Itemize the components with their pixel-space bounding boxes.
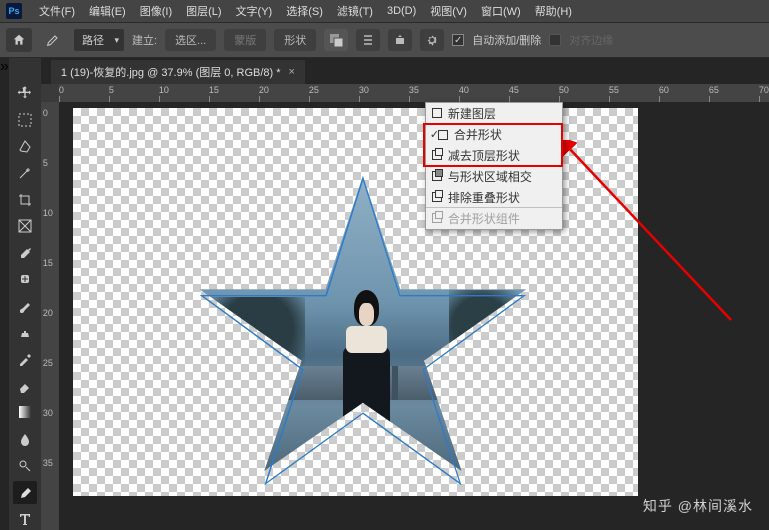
dropdown-combine-shapes[interactable]: ✓ 合并形状 [426,124,562,145]
blur-tool[interactable] [13,428,37,451]
menu-select[interactable]: 选择(S) [279,3,330,19]
type-tool[interactable] [13,508,37,530]
menu-window[interactable]: 窗口(W) [474,3,528,19]
watermark-text: 知乎 @林间溪水 [643,496,753,516]
build-label: 建立: [132,32,157,48]
clone-stamp-tool[interactable] [13,321,37,344]
auto-add-delete-checkbox[interactable] [452,34,464,46]
toolbar-expand-icon[interactable]: » [0,58,9,530]
magic-wand-tool[interactable] [13,162,37,185]
dropdown-intersect[interactable]: 与形状区域相交 [426,166,562,187]
document-tabbar: 1 (19)-恢复的.jpg @ 37.9% (图层 0, RGB/8) * × [41,58,769,84]
path-alignment-button[interactable] [356,29,380,51]
menu-3d[interactable]: 3D(D) [380,5,423,17]
canvas-area[interactable]: 新建图层 ✓ 合并形状 减去顶层形状 与形状区域相交 排除重叠形状 [59,102,769,530]
path-operations-button[interactable] [324,29,348,51]
gradient-tool[interactable] [13,401,37,424]
tool-indicator-pen-icon [40,28,66,52]
pen-tool[interactable] [13,481,37,504]
dropdown-exclude-overlap[interactable]: 排除重叠形状 [426,187,562,208]
path-mode-select[interactable]: 路径 [74,29,124,51]
workspace: 1 (19)-恢复的.jpg @ 37.9% (图层 0, RGB/8) * ×… [41,58,769,530]
gear-settings-button[interactable] [420,29,444,51]
move-tool[interactable] [13,82,37,105]
home-button[interactable] [6,28,32,52]
menu-help[interactable]: 帮助(H) [528,3,579,19]
ps-logo-icon: Ps [6,3,22,19]
menubar: Ps 文件(F) 编辑(E) 图像(I) 图层(L) 文字(Y) 选择(S) 滤… [0,0,769,22]
dropdown-subtract-front[interactable]: 减去顶层形状 [426,145,562,166]
eraser-tool[interactable] [13,375,37,398]
options-bar: 路径 建立: 选区... 蒙版 形状 自动添加/删除 对齐边缘 [0,22,769,58]
ruler-corner [41,84,59,102]
healing-brush-tool[interactable] [13,268,37,291]
menu-filter[interactable]: 滤镜(T) [330,3,380,19]
dropdown-merge-components: 合并形状组件 [426,208,562,229]
brush-tool[interactable] [13,295,37,318]
eyedropper-tool[interactable] [13,242,37,265]
history-brush-tool[interactable] [13,348,37,371]
selection-button[interactable]: 选区... [165,29,216,51]
path-mode-label: 路径 [82,32,104,48]
ruler-vertical: 05101520253035 [41,102,59,530]
align-edges-label: 对齐边缘 [569,32,613,48]
menu-type[interactable]: 文字(Y) [229,3,280,19]
document-tab-title: 1 (19)-恢复的.jpg @ 37.9% (图层 0, RGB/8) * [61,64,281,80]
toolbar [9,58,41,530]
path-operations-dropdown: 新建图层 ✓ 合并形状 减去顶层形状 与形状区域相交 排除重叠形状 [425,102,563,230]
dropdown-new-layer[interactable]: 新建图层 [426,103,562,124]
menu-image[interactable]: 图像(I) [133,3,179,19]
lasso-tool[interactable] [13,135,37,158]
dodge-tool[interactable] [13,454,37,477]
close-tab-icon[interactable]: × [289,66,295,78]
auto-add-delete-label: 自动添加/删除 [472,32,541,48]
shape-button[interactable]: 形状 [274,29,316,51]
menu-view[interactable]: 视图(V) [423,3,474,19]
marquee-tool[interactable] [13,109,37,132]
crop-tool[interactable] [13,188,37,211]
ruler-horizontal: 0510152025303540455055606570 [41,84,769,102]
menu-edit[interactable]: 编辑(E) [82,3,133,19]
menu-file[interactable]: 文件(F) [32,3,82,19]
document-tab[interactable]: 1 (19)-恢复的.jpg @ 37.9% (图层 0, RGB/8) * × [51,60,305,84]
frame-tool[interactable] [13,215,37,238]
align-edges-checkbox[interactable] [549,34,561,46]
path-arrangement-button[interactable] [388,29,412,51]
mask-button[interactable]: 蒙版 [224,29,266,51]
menu-layer[interactable]: 图层(L) [179,3,228,19]
